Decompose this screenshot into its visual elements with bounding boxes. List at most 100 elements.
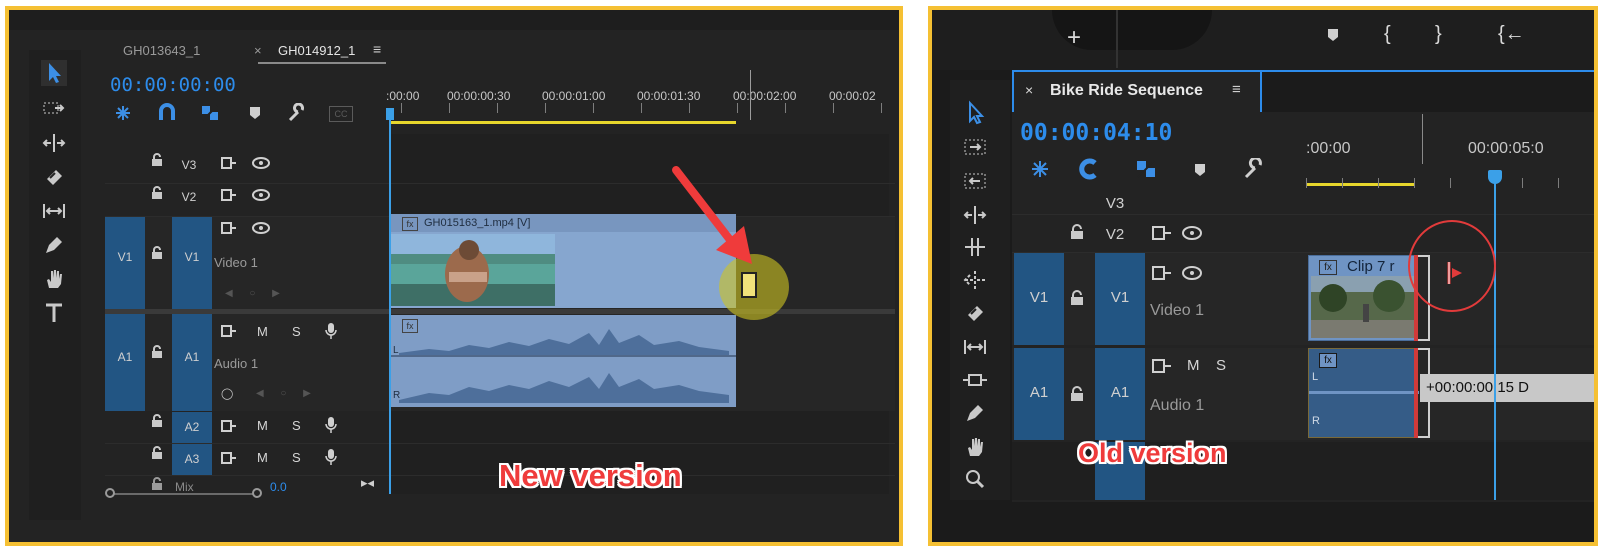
mix-end-icon[interactable]: ▸◂: [361, 475, 374, 491]
work-area-bar[interactable]: [1306, 183, 1414, 186]
add-marker-icon[interactable]: [1325, 27, 1341, 43]
go-to-in-button[interactable]: {←: [1498, 23, 1525, 46]
nest-sequence-icon[interactable]: [112, 103, 134, 123]
track-select-forward-icon[interactable]: [962, 134, 988, 160]
add-marker-icon[interactable]: [1192, 162, 1208, 178]
microphone-icon[interactable]: [324, 322, 338, 340]
sync-lock-icon[interactable]: [221, 325, 237, 337]
scrollbar-right-handle[interactable]: [252, 488, 262, 498]
eye-icon[interactable]: [252, 189, 270, 201]
sync-lock-icon[interactable]: [221, 420, 237, 432]
time-ruler[interactable]: [389, 74, 889, 134]
sync-lock-icon[interactable]: [221, 189, 237, 201]
track-label-v2[interactable]: V2: [179, 190, 199, 204]
sequence-menu-icon[interactable]: ≡: [1232, 81, 1241, 98]
mute-button[interactable]: M: [257, 450, 268, 465]
volume-keyframe-icon[interactable]: ◯: [221, 387, 233, 400]
playhead-handle[interactable]: [386, 108, 394, 120]
track-name-video-1[interactable]: Video 1: [1150, 302, 1204, 320]
lock-icon[interactable]: [150, 446, 164, 460]
nest-sequence-icon[interactable]: [1028, 158, 1052, 180]
slide-tool-icon[interactable]: [962, 367, 988, 393]
mute-button[interactable]: M: [257, 418, 268, 433]
solo-button[interactable]: S: [292, 418, 301, 433]
work-area-bar[interactable]: [390, 121, 736, 124]
lock-icon[interactable]: [150, 477, 164, 491]
selection-tool-icon[interactable]: [962, 100, 988, 126]
lock-icon[interactable]: [1069, 224, 1085, 240]
type-tool-icon[interactable]: [41, 300, 67, 326]
hand-tool-icon[interactable]: [41, 266, 67, 292]
playhead-line[interactable]: [1494, 178, 1496, 500]
selection-tool-icon[interactable]: [41, 60, 67, 86]
hand-tool-icon[interactable]: [962, 434, 988, 460]
microphone-icon[interactable]: [324, 448, 338, 466]
solo-button[interactable]: S: [292, 450, 301, 465]
fx-badge[interactable]: fx: [1319, 353, 1337, 368]
tab-gh013643[interactable]: GH013643_1: [123, 43, 200, 58]
eye-icon[interactable]: [1182, 266, 1202, 280]
audio-clip[interactable]: fx L R: [389, 315, 736, 407]
tab-gh014912[interactable]: GH014912_1: [278, 43, 355, 58]
sync-lock-icon[interactable]: [221, 452, 237, 464]
pen-tool-icon[interactable]: [41, 232, 67, 258]
razor-tool-icon[interactable]: [41, 164, 67, 190]
playhead-line[interactable]: [389, 110, 391, 494]
rate-stretch-tool-icon[interactable]: [962, 267, 988, 293]
snap-icon[interactable]: [156, 103, 178, 123]
mix-volume-value[interactable]: 0.0: [270, 480, 287, 494]
lock-icon[interactable]: [1069, 290, 1085, 306]
eye-icon[interactable]: [252, 157, 270, 169]
slip-tool-icon[interactable]: [962, 334, 988, 360]
add-marker-icon[interactable]: [247, 105, 263, 121]
eye-icon[interactable]: [252, 222, 270, 234]
track-select-tool-icon[interactable]: [41, 96, 67, 122]
timeline-settings-wrench-icon[interactable]: [286, 103, 308, 123]
track-label-v3[interactable]: V3: [1100, 195, 1130, 212]
lock-icon[interactable]: [150, 246, 164, 260]
horizontal-zoom-scrollbar[interactable]: [110, 493, 258, 495]
ripple-edit-tool-icon[interactable]: [962, 202, 988, 228]
mark-out-button[interactable]: }: [1435, 23, 1442, 46]
sequence-tab-title[interactable]: Bike Ride Sequence: [1050, 82, 1203, 100]
audio-clip[interactable]: fx L R: [1308, 348, 1419, 438]
mark-in-button[interactable]: {: [1384, 23, 1391, 46]
tab-menu-icon[interactable]: ≡: [373, 41, 381, 57]
scrollbar-left-handle[interactable]: [105, 488, 115, 498]
pen-tool-icon[interactable]: [962, 400, 988, 426]
lock-icon[interactable]: [150, 345, 164, 359]
linked-selection-icon[interactable]: [199, 103, 221, 123]
timeline-settings-wrench-icon[interactable]: [1242, 158, 1266, 180]
sync-lock-icon[interactable]: [1152, 266, 1172, 280]
linked-selection-icon[interactable]: [1134, 158, 1158, 180]
video-clip[interactable]: fx Clip 7 r: [1308, 255, 1418, 341]
ripple-edit-tool-icon[interactable]: [41, 130, 67, 156]
playhead-timecode[interactable]: 00:00:04:10: [1020, 120, 1172, 146]
track-label-v3[interactable]: V3: [179, 158, 199, 172]
eye-icon[interactable]: [1182, 226, 1202, 240]
track-select-backward-icon[interactable]: [962, 168, 988, 194]
sync-lock-icon[interactable]: [1152, 359, 1172, 373]
razor-tool-icon[interactable]: [962, 300, 988, 326]
track-name-audio-1[interactable]: Audio 1: [1150, 397, 1204, 415]
add-button[interactable]: +: [1067, 24, 1081, 52]
mute-button[interactable]: M: [1187, 357, 1200, 374]
captions-icon[interactable]: CC: [329, 106, 353, 122]
sync-lock-icon[interactable]: [1152, 226, 1172, 240]
track-name-audio-1[interactable]: Audio 1: [214, 356, 258, 371]
snap-icon[interactable]: [1077, 158, 1101, 180]
playhead-timecode[interactable]: 00:00:00:00: [110, 74, 236, 96]
tab-close-icon[interactable]: ×: [254, 43, 262, 58]
lock-icon[interactable]: [1069, 386, 1085, 402]
lock-icon[interactable]: [150, 153, 164, 167]
lock-icon[interactable]: [150, 414, 164, 428]
sync-lock-icon[interactable]: [221, 157, 237, 169]
lock-icon[interactable]: [150, 186, 164, 200]
fx-badge[interactable]: fx: [1319, 260, 1337, 275]
sync-lock-icon[interactable]: [221, 222, 237, 234]
microphone-icon[interactable]: [324, 416, 338, 434]
sequence-close-icon[interactable]: ×: [1025, 82, 1033, 98]
fx-badge[interactable]: fx: [402, 217, 418, 231]
track-name-video-1[interactable]: Video 1: [214, 255, 258, 270]
track-label-v2[interactable]: V2: [1100, 226, 1130, 243]
